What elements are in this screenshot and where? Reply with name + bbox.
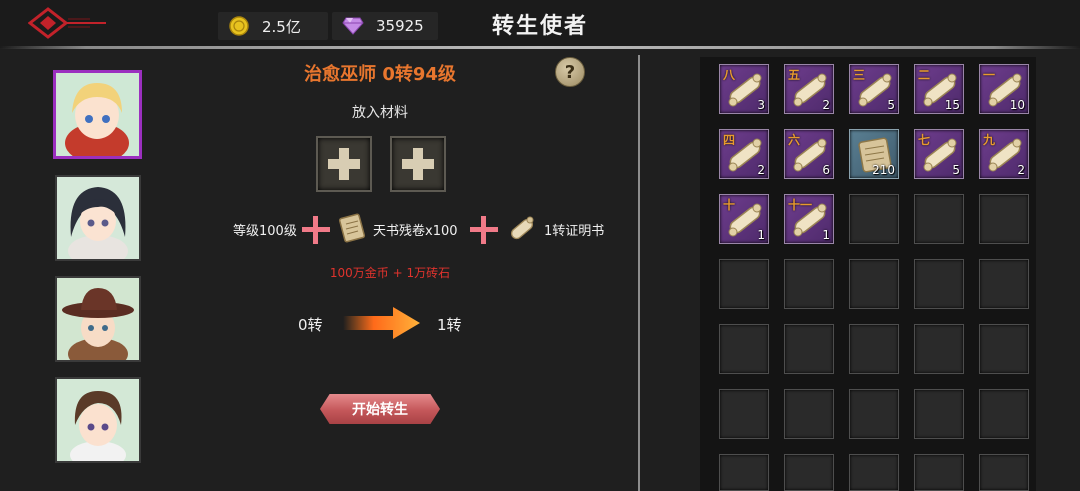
- req-cert: 1转证明书: [544, 224, 605, 239]
- red-plus-icon: [470, 216, 498, 244]
- inventory-item[interactable]: 二 15: [914, 64, 964, 114]
- item-grade-label: 四: [723, 133, 736, 147]
- inventory-item[interactable]: 六6: [784, 129, 834, 179]
- item-count: 5: [952, 163, 960, 177]
- inventory-empty-slot[interactable]: [784, 259, 834, 309]
- req-scroll: 天书残卷x100: [373, 224, 458, 239]
- inventory-empty-slot[interactable]: [979, 389, 1029, 439]
- item-count: 10: [1009, 98, 1025, 112]
- put-material-label: 放入材料: [352, 105, 408, 121]
- help-label: ?: [564, 61, 576, 83]
- inventory-empty-slot[interactable]: [914, 194, 964, 244]
- healer-avatar: [56, 73, 139, 156]
- character-name: 治愈巫师 0转94级: [304, 64, 456, 85]
- portrait-healer[interactable]: [53, 70, 142, 159]
- inventory-empty-slot[interactable]: [719, 324, 769, 374]
- inventory-item[interactable]: 八3: [719, 64, 769, 114]
- panel-divider: [638, 55, 640, 491]
- scroll-icon: [506, 213, 538, 249]
- explorer-avatar: [57, 278, 139, 360]
- to-turn: 1转: [437, 316, 462, 334]
- inventory-empty-slot[interactable]: [914, 259, 964, 309]
- inventory-empty-slot[interactable]: [979, 259, 1029, 309]
- material-slot-2[interactable]: [390, 136, 446, 192]
- item-grade-label: 九: [983, 133, 996, 147]
- item-grade-label: 十: [723, 198, 736, 212]
- inventory-empty-slot[interactable]: [719, 259, 769, 309]
- gold-coin-icon: [228, 15, 250, 37]
- inventory-empty-slot[interactable]: [719, 389, 769, 439]
- gold-display: 2.5亿: [218, 12, 328, 40]
- inventory-empty-slot[interactable]: [914, 324, 964, 374]
- inventory-empty-slot[interactable]: [849, 454, 899, 491]
- inventory-item[interactable]: 九2: [979, 129, 1029, 179]
- inventory-empty-slot[interactable]: [979, 324, 1029, 374]
- inventory-empty-slot[interactable]: [784, 324, 834, 374]
- inventory-empty-slot[interactable]: [979, 454, 1029, 491]
- inventory-item[interactable]: 三5: [849, 64, 899, 114]
- item-count: 1: [757, 228, 765, 242]
- portrait-girl[interactable]: [55, 175, 141, 261]
- item-grade-label: 一: [983, 68, 996, 82]
- diamond-icon: [342, 15, 364, 37]
- gem-display: 35925: [332, 12, 438, 40]
- portrait-explorer[interactable]: [55, 276, 141, 362]
- inventory-empty-slot[interactable]: [784, 389, 834, 439]
- help-icon[interactable]: ?: [555, 57, 585, 87]
- inventory-empty-slot[interactable]: [979, 194, 1029, 244]
- back-logo-icon[interactable]: [27, 4, 108, 42]
- inventory-item[interactable]: 五2: [784, 64, 834, 114]
- item-count: 2: [822, 98, 830, 112]
- inventory-empty-slot[interactable]: [849, 259, 899, 309]
- inventory-empty-slot[interactable]: [849, 389, 899, 439]
- item-count: 3: [757, 98, 765, 112]
- inventory-item[interactable]: 十1: [719, 194, 769, 244]
- start-rebirth-button[interactable]: 开始转生: [320, 394, 440, 424]
- from-turn: 0转: [298, 316, 323, 334]
- inventory-item[interactable]: 十一 1: [784, 194, 834, 244]
- item-count: 15: [944, 98, 960, 112]
- inventory-empty-slot[interactable]: [849, 324, 899, 374]
- item-count: 2: [757, 163, 765, 177]
- item-count: 6: [822, 163, 830, 177]
- item-count: 2: [1017, 163, 1025, 177]
- gold-value: 2.5亿: [262, 17, 301, 36]
- gem-value: 35925: [376, 17, 424, 35]
- material-slot-1[interactable]: [316, 136, 372, 192]
- item-grade-label: 七: [918, 133, 931, 147]
- item-grade-label: 六: [788, 133, 801, 147]
- item-grade-label: 十一: [788, 198, 813, 212]
- page-title: 转生使者: [491, 14, 588, 39]
- inventory-empty-slot[interactable]: [914, 454, 964, 491]
- inventory-empty-slot[interactable]: [849, 194, 899, 244]
- arrow-right-icon: [343, 305, 421, 345]
- top-divider: [0, 46, 1080, 49]
- item-count: 5: [887, 98, 895, 112]
- inventory-empty-slot[interactable]: [914, 389, 964, 439]
- inventory-empty-slot[interactable]: [719, 454, 769, 491]
- req-level: 等级100级: [233, 224, 297, 239]
- portrait-boy[interactable]: [55, 377, 141, 463]
- item-count: 210: [872, 163, 895, 177]
- item-grade-label: 三: [853, 68, 866, 82]
- cost-text: 100万金币 + 1万砖石: [329, 266, 451, 280]
- red-plus-icon: [302, 216, 330, 244]
- inventory-item[interactable]: 一 10: [979, 64, 1029, 114]
- item-grade-label: 八: [723, 68, 736, 82]
- inventory-empty-slot[interactable]: [784, 454, 834, 491]
- inventory-item[interactable]: 七5: [914, 129, 964, 179]
- boy-avatar: [57, 379, 139, 461]
- girl-avatar: [57, 177, 139, 259]
- item-grade-label: 五: [788, 68, 801, 82]
- inventory-item[interactable]: 四2: [719, 129, 769, 179]
- item-grade-label: 二: [918, 68, 931, 82]
- parchment-icon: [336, 212, 368, 248]
- inventory-item[interactable]: 210: [849, 129, 899, 179]
- item-count: 1: [822, 228, 830, 242]
